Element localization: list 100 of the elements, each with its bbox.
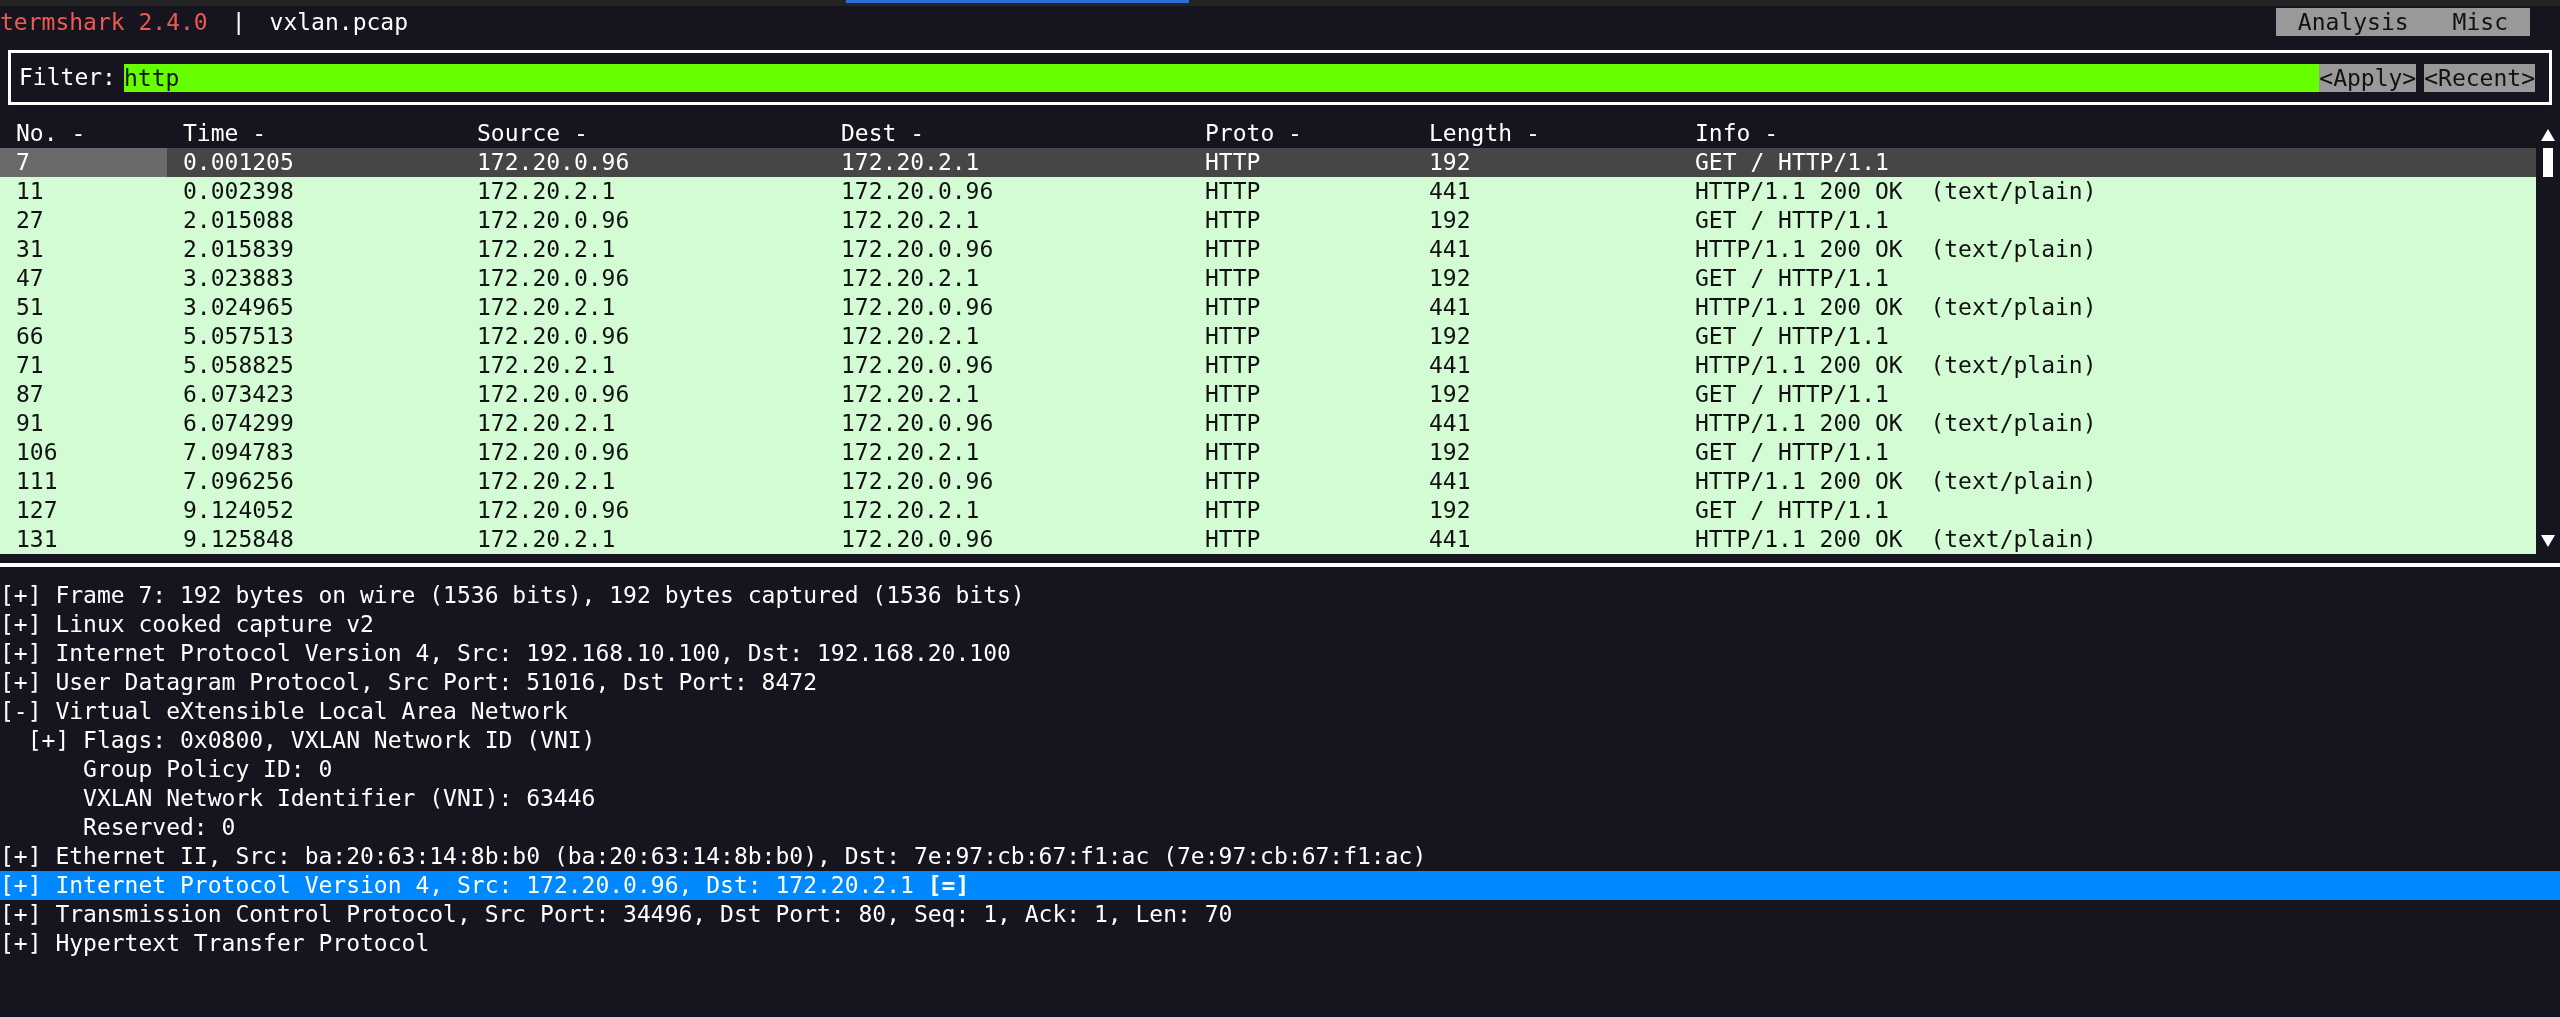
- table-cell-text: 172.20.0.96: [476, 322, 631, 351]
- table-cell-text: 3.023883: [182, 264, 295, 293]
- packet-row[interactable]: 7 0.001205 172.20.0.96 172.20.2.1 HTTP 192 GET / HTTP/1.1: [0, 148, 2536, 177]
- table-cell-text: 172.20.2.1: [840, 438, 981, 467]
- table-cell-text: HTTP: [1204, 467, 1262, 496]
- table-cell-text: 172.20.2.1: [476, 235, 617, 264]
- packet-row[interactable]: 91 6.074299 172.20.2.1 172.20.0.96 HTTP 441 HTTP/1.1 200 OK (text/plain): [0, 409, 2536, 438]
- tree-item[interactable]: [+] Hypertext Transfer Protocol: [0, 929, 2560, 958]
- table-cell-text: 6.074299: [182, 409, 295, 438]
- tree-item[interactable]: [+] Transmission Control Protocol, Src Port: 34496, Dst Port: 80, Seq: 1, Ack: 1, Len: 70: [0, 900, 2560, 929]
- table-cell-text: HTTP: [1204, 177, 1262, 206]
- table-cell-text: 127: [15, 496, 59, 525]
- table-cell-text: HTTP: [1204, 322, 1262, 351]
- table-cell-text: 5.057513: [182, 322, 295, 351]
- table-cell-text: HTTP: [1204, 438, 1262, 467]
- table-cell-text: 441: [1428, 467, 1472, 496]
- filter-input[interactable]: http: [123, 63, 2320, 92]
- table-cell-text: HTTP: [1204, 351, 1262, 380]
- tree-item[interactable]: [+] Ethernet II, Src: ba:20:63:14:8b:b0 (ba:20:63:14:8b:b0), Dst: 7e:97:cb:67:f1:ac (7e:97:cb:67:f1:ac): [0, 842, 2560, 871]
- tree-item[interactable]: [+] Internet Protocol Version 4, Src: 192.168.10.100, Dst: 192.168.20.100: [0, 639, 2560, 668]
- table-cell-text: 192: [1428, 206, 1472, 235]
- scrollbar-thumb[interactable]: [2543, 148, 2553, 177]
- packet-row[interactable]: 127 9.124052 172.20.0.96 172.20.2.1 HTTP 192 GET / HTTP/1.1: [0, 496, 2536, 525]
- table-cell-text: 172.20.0.96: [476, 264, 631, 293]
- table-cell-text: 9.124052: [182, 496, 295, 525]
- column-header[interactable]: Info -: [1679, 119, 2536, 148]
- table-cell-text: 172.20.0.96: [476, 206, 631, 235]
- table-cell-text: 172.20.0.96: [840, 235, 995, 264]
- table-cell-text: HTTP/1.1 200 OK (text/plain): [1694, 525, 2098, 554]
- table-cell-text: HTTP: [1204, 380, 1262, 409]
- table-cell-text: 27: [15, 206, 45, 235]
- table-cell-text: 0.002398: [182, 177, 295, 206]
- table-cell-text: HTTP: [1204, 496, 1262, 525]
- packet-row[interactable]: 131 9.125848 172.20.2.1 172.20.0.96 HTTP 441 HTTP/1.1 200 OK (text/plain): [0, 525, 2536, 554]
- table-cell-text: GET / HTTP/1.1: [1694, 322, 1890, 351]
- packet-row[interactable]: 71 5.058825 172.20.2.1 172.20.0.96 HTTP 441 HTTP/1.1 200 OK (text/plain): [0, 351, 2536, 380]
- table-cell-text: 172.20.0.96: [476, 380, 631, 409]
- table-cell-text: HTTP/1.1 200 OK (text/plain): [1694, 351, 2098, 380]
- table-cell-text: 172.20.0.96: [840, 525, 995, 554]
- table-cell-text: 172.20.2.1: [840, 496, 981, 525]
- table-cell-text: 192: [1428, 380, 1472, 409]
- table-cell-text: 66: [15, 322, 45, 351]
- column-header[interactable]: Source -: [461, 119, 825, 148]
- table-cell-text: 192: [1428, 496, 1472, 525]
- column-header[interactable]: No. -: [0, 119, 167, 148]
- table-cell-text: HTTP: [1204, 235, 1262, 264]
- column-header[interactable]: Time -: [167, 119, 461, 148]
- tree-item[interactable]: [+] Internet Protocol Version 4, Src: 172.20.0.96, Dst: 172.20.2.1 [=]: [0, 871, 2560, 900]
- table-cell-text: HTTP: [1204, 525, 1262, 554]
- filter-label: Filter:: [19, 63, 116, 92]
- file-name: vxlan.pcap: [269, 7, 409, 37]
- tree-item[interactable]: Reserved: 0: [0, 813, 2560, 842]
- packet-row[interactable]: 31 2.015839 172.20.2.1 172.20.0.96 HTTP 441 HTTP/1.1 200 OK (text/plain): [0, 235, 2536, 264]
- table-cell-text: 172.20.0.96: [840, 467, 995, 496]
- table-cell-text: 172.20.2.1: [840, 206, 981, 235]
- table-cell-text: 0.001205: [182, 148, 295, 177]
- table-cell-text: 2.015088: [182, 206, 295, 235]
- table-cell-text: 87: [15, 380, 45, 409]
- tree-item[interactable]: [-] Virtual eXtensible Local Area Network: [0, 697, 2560, 726]
- table-cell-text: HTTP: [1204, 206, 1262, 235]
- packet-row[interactable]: 111 7.096256 172.20.2.1 172.20.0.96 HTTP 441 HTTP/1.1 200 OK (text/plain): [0, 467, 2536, 496]
- app-title: termshark 2.4.0: [0, 7, 208, 37]
- tree-item[interactable]: [+] Linux cooked capture v2: [0, 610, 2560, 639]
- tree-item[interactable]: [+] User Datagram Protocol, Src Port: 51016, Dst Port: 8472: [0, 668, 2560, 697]
- column-header[interactable]: Proto -: [1189, 119, 1413, 148]
- table-cell-text: 441: [1428, 177, 1472, 206]
- packet-row[interactable]: 47 3.023883 172.20.0.96 172.20.2.1 HTTP 192 GET / HTTP/1.1: [0, 264, 2536, 293]
- table-cell-text: 172.20.2.1: [476, 525, 617, 554]
- table-cell-text: 441: [1428, 351, 1472, 380]
- table-cell-text: HTTP/1.1 200 OK (text/plain): [1694, 467, 2098, 496]
- table-cell-text: 192: [1428, 438, 1472, 467]
- table-cell-text: 2.015839: [182, 235, 295, 264]
- tree-item[interactable]: [+] Frame 7: 192 bytes on wire (1536 bits), 192 bytes captured (1536 bits): [0, 581, 2560, 610]
- table-cell-text: 441: [1428, 409, 1472, 438]
- table-cell-text: 441: [1428, 525, 1472, 554]
- table-cell-text: GET / HTTP/1.1: [1694, 438, 1890, 467]
- table-cell-text: 5.058825: [182, 351, 295, 380]
- tree-item[interactable]: Group Policy ID: 0: [0, 755, 2560, 784]
- filter-button[interactable]: <Apply>: [2319, 63, 2417, 92]
- tree-item[interactable]: [+] Flags: 0x0800, VXLAN Network ID (VNI): [0, 726, 2560, 755]
- packet-row[interactable]: 66 5.057513 172.20.0.96 172.20.2.1 HTTP 192 GET / HTTP/1.1: [0, 322, 2536, 351]
- table-cell-text: 31: [15, 235, 45, 264]
- table-cell-text: 172.20.0.96: [476, 496, 631, 525]
- table-cell-text: GET / HTTP/1.1: [1694, 148, 1890, 177]
- table-cell-text: 9.125848: [182, 525, 295, 554]
- table-cell-text: 106: [15, 438, 59, 467]
- table-cell-text: HTTP: [1204, 264, 1262, 293]
- table-cell-text: 172.20.0.96: [840, 351, 995, 380]
- packet-row[interactable]: 51 3.024965 172.20.2.1 172.20.0.96 HTTP 441 HTTP/1.1 200 OK (text/plain): [0, 293, 2536, 322]
- packet-row[interactable]: 87 6.073423 172.20.0.96 172.20.2.1 HTTP 192 GET / HTTP/1.1: [0, 380, 2536, 409]
- menu-button[interactable]: Misc: [2430, 8, 2530, 36]
- packet-row[interactable]: 106 7.094783 172.20.0.96 172.20.2.1 HTTP 192 GET / HTTP/1.1: [0, 438, 2536, 467]
- filter-button[interactable]: <Recent>: [2424, 63, 2535, 92]
- table-cell-text: 172.20.2.1: [840, 322, 981, 351]
- tree-item[interactable]: VXLAN Network Identifier (VNI): 63446: [0, 784, 2560, 813]
- packet-row[interactable]: 27 2.015088 172.20.0.96 172.20.2.1 HTTP 192 GET / HTTP/1.1: [0, 206, 2536, 235]
- menu-button[interactable]: Analysis: [2275, 8, 2431, 36]
- column-header[interactable]: Dest -: [825, 119, 1189, 148]
- column-header[interactable]: Length -: [1413, 119, 1679, 148]
- packet-row[interactable]: 11 0.002398 172.20.2.1 172.20.0.96 HTTP 441 HTTP/1.1 200 OK (text/plain): [0, 177, 2536, 206]
